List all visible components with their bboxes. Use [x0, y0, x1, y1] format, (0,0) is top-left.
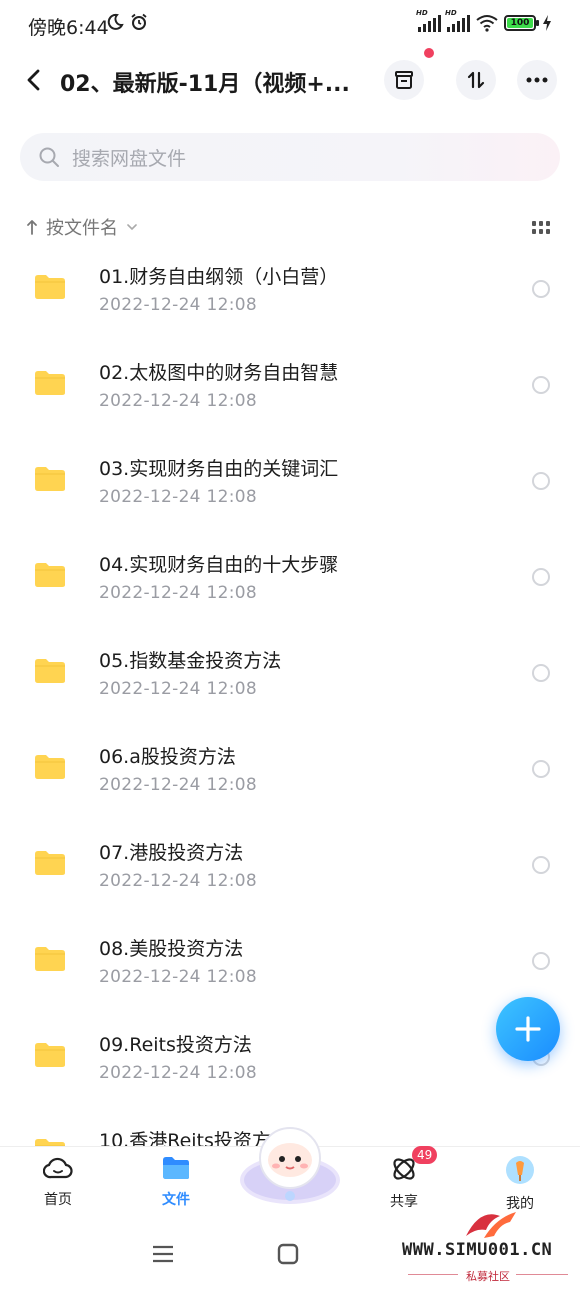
grid-icon	[532, 221, 550, 234]
file-row[interactable]: 05.指数基金投资方法 2022-12-24 12:08	[0, 626, 580, 722]
file-date: 2022-12-24 12:08	[99, 775, 257, 795]
file-row[interactable]: 07.港股投资方法 2022-12-24 12:08	[0, 818, 580, 914]
file-name: 04.实现财务自由的十大步骤	[99, 554, 339, 576]
back-button[interactable]	[18, 64, 50, 96]
status-time: 傍晚6:44	[28, 17, 109, 39]
signal-icon: HD	[416, 9, 441, 32]
notification-dot	[424, 48, 434, 58]
home-square-icon[interactable]	[277, 1243, 299, 1265]
status-left-icons	[106, 13, 148, 31]
file-name: 07.港股投资方法	[99, 842, 244, 864]
moon-icon	[107, 13, 124, 30]
folder-icon	[35, 467, 65, 491]
nav-files[interactable]: 文件	[136, 1155, 216, 1209]
folder-icon	[35, 755, 65, 779]
file-row[interactable]: 03.实现财务自由的关键词汇 2022-12-24 12:08	[0, 434, 580, 530]
page-title: 02、最新版-11月（视频+...	[60, 72, 350, 97]
header: 02、最新版-11月（视频+...	[0, 52, 580, 110]
select-checkbox[interactable]	[532, 472, 550, 490]
arrow-up-icon	[27, 220, 37, 235]
status-right-icons: HD HD 100	[416, 9, 552, 32]
folder-icon	[35, 563, 65, 587]
folder-icon	[163, 1157, 189, 1179]
chevron-down-icon	[127, 224, 137, 231]
select-checkbox[interactable]	[532, 280, 550, 298]
mascot-astronaut-icon[interactable]	[238, 1118, 342, 1208]
battery-icon: 100	[504, 15, 539, 31]
file-row[interactable]: 04.实现财务自由的十大步骤 2022-12-24 12:08	[0, 530, 580, 626]
archive-button[interactable]	[384, 60, 424, 100]
charging-icon	[543, 15, 551, 31]
search-input[interactable]: 搜索网盘文件	[20, 133, 560, 181]
file-name: 03.实现财务自由的关键词汇	[99, 458, 339, 480]
battery-level: 100	[507, 18, 533, 28]
watermark-divider	[516, 1274, 568, 1275]
archive-icon	[395, 71, 413, 89]
transfer-icon	[467, 71, 485, 89]
file-date: 2022-12-24 12:08	[99, 967, 257, 987]
folder-icon	[35, 275, 65, 299]
search-placeholder: 搜索网盘文件	[72, 147, 187, 170]
sort-button[interactable]: 按文件名	[26, 214, 138, 240]
plus-icon	[515, 1016, 541, 1042]
avatar-icon	[506, 1156, 534, 1184]
file-row[interactable]: 09.Reits投资方法 2022-12-24 12:08	[0, 1010, 580, 1106]
select-checkbox[interactable]	[532, 952, 550, 970]
file-name: 08.美股投资方法	[99, 938, 244, 960]
add-button[interactable]	[496, 997, 560, 1061]
nav-mine[interactable]: 我的	[480, 1155, 560, 1213]
folder-icon	[35, 659, 65, 683]
file-date: 2022-12-24 12:08	[99, 295, 257, 315]
more-icon	[526, 77, 548, 83]
file-date: 2022-12-24 12:08	[99, 391, 257, 411]
select-checkbox[interactable]	[532, 376, 550, 394]
grid-view-button[interactable]	[532, 220, 550, 239]
file-name: 09.Reits投资方法	[99, 1034, 252, 1056]
status-bar: 傍晚6:44 HD HD 100	[0, 0, 580, 50]
file-date: 2022-12-24 12:08	[99, 871, 257, 891]
search-icon	[39, 147, 59, 167]
chevron-left-icon	[27, 69, 40, 91]
nav-home-label: 首页	[44, 1192, 72, 1208]
file-name: 01.财务自由纲领（小白营）	[99, 266, 339, 288]
file-date: 2022-12-24 12:08	[99, 679, 257, 699]
sort-label: 按文件名	[46, 218, 118, 239]
nav-files-label: 文件	[162, 1192, 190, 1208]
sort-bar: 按文件名	[26, 212, 556, 242]
nav-share[interactable]: 共享	[364, 1155, 444, 1211]
transfer-button[interactable]	[456, 60, 496, 100]
file-date: 2022-12-24 12:08	[99, 583, 257, 603]
file-date: 2022-12-24 12:08	[99, 487, 257, 507]
watermark-subtext: 私募社区	[466, 1270, 510, 1283]
file-row[interactable]: 01.财务自由纲领（小白营） 2022-12-24 12:08	[0, 242, 580, 338]
share-badge: 49	[412, 1146, 438, 1164]
nav-home[interactable]: 首页	[18, 1155, 98, 1209]
select-checkbox[interactable]	[532, 568, 550, 586]
file-date: 2022-12-24 12:08	[99, 1063, 257, 1083]
folder-icon	[35, 851, 65, 875]
folder-icon	[35, 371, 65, 395]
more-button[interactable]	[517, 60, 557, 100]
file-row[interactable]: 08.美股投资方法 2022-12-24 12:08	[0, 914, 580, 1010]
select-checkbox[interactable]	[532, 856, 550, 874]
signal-icon: HD	[445, 9, 470, 32]
menu-icon[interactable]	[152, 1244, 174, 1264]
select-checkbox[interactable]	[532, 664, 550, 682]
watermark-divider	[408, 1274, 458, 1275]
file-name: 02.太极图中的财务自由智慧	[99, 362, 339, 384]
file-name: 05.指数基金投资方法	[99, 650, 282, 672]
watermark-text: WWW.SIMU001.CN	[402, 1240, 553, 1260]
alarm-icon	[131, 13, 147, 30]
file-name: 06.a股投资方法	[99, 746, 236, 768]
select-checkbox[interactable]	[532, 760, 550, 778]
folder-icon	[35, 947, 65, 971]
file-row[interactable]: 02.太极图中的财务自由智慧 2022-12-24 12:08	[0, 338, 580, 434]
cloud-icon	[42, 1157, 73, 1179]
file-row[interactable]: 06.a股投资方法 2022-12-24 12:08	[0, 722, 580, 818]
wifi-icon	[476, 15, 498, 32]
nav-share-label: 共享	[390, 1194, 418, 1210]
folder-icon	[35, 1043, 65, 1067]
